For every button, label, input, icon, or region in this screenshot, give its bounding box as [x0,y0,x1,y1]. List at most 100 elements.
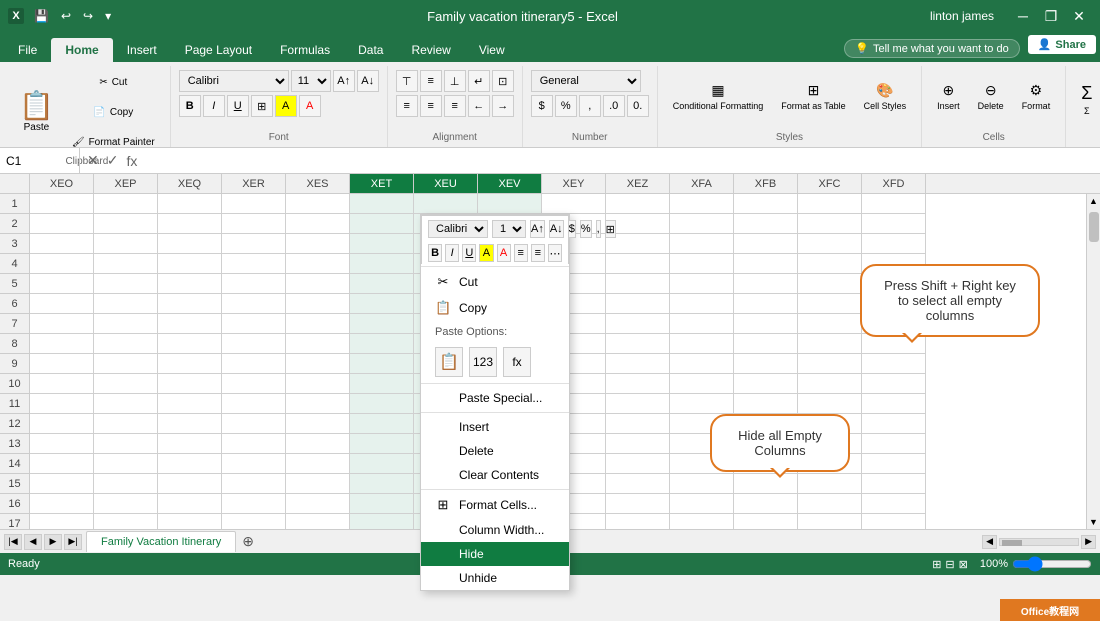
table-row[interactable] [862,214,926,234]
table-row[interactable] [222,334,286,354]
table-row[interactable] [286,294,350,314]
col-header-xeq[interactable]: XEQ [158,174,222,193]
table-row[interactable] [30,234,94,254]
table-row[interactable] [798,334,862,354]
table-row[interactable] [94,294,158,314]
table-row[interactable] [286,414,350,434]
decrease-font-btn[interactable]: A↓ [357,70,379,92]
align-bottom-btn[interactable]: ⊥ [444,70,466,92]
table-row[interactable] [734,394,798,414]
tab-page-layout[interactable]: Page Layout [171,38,266,62]
share-button[interactable]: 👤 Share [1028,35,1096,54]
col-header-xez[interactable]: XEZ [606,174,670,193]
tab-review[interactable]: Review [397,38,464,62]
table-row[interactable] [94,434,158,454]
autosum-button[interactable]: Σ Σ [1074,73,1099,125]
table-row[interactable] [286,314,350,334]
table-row[interactable] [222,234,286,254]
table-row[interactable] [350,214,414,234]
table-row[interactable] [862,354,926,374]
table-row[interactable] [94,214,158,234]
bold-button[interactable]: B [179,95,201,117]
row-num-11[interactable]: 11 [0,394,29,414]
decimal-decrease-btn[interactable]: 0. [627,95,649,117]
ctx-font-color-btn[interactable]: A [497,244,511,262]
underline-button[interactable]: U [227,95,249,117]
ctx-delete-item[interactable]: Delete [421,439,569,463]
table-row[interactable] [734,254,798,274]
table-row[interactable] [222,474,286,494]
table-row[interactable] [734,194,798,214]
table-row[interactable] [30,414,94,434]
add-sheet-btn[interactable]: ⊕ [236,533,260,550]
table-row[interactable] [734,374,798,394]
name-box[interactable]: C1 [0,148,80,173]
border-button[interactable]: ⊞ [251,95,273,117]
table-row[interactable] [94,414,158,434]
format-table-button[interactable]: ⊞ Format as Table [774,70,852,122]
table-row[interactable] [222,214,286,234]
row-num-7[interactable]: 7 [0,314,29,334]
row-num-16[interactable]: 16 [0,494,29,514]
row-num-13[interactable]: 13 [0,434,29,454]
table-row[interactable] [158,514,222,529]
table-row[interactable] [606,374,670,394]
table-row[interactable] [606,294,670,314]
paste-icon-btn[interactable]: 📋 [435,347,463,377]
table-row[interactable] [94,234,158,254]
table-row[interactable] [286,374,350,394]
table-row[interactable] [94,514,158,529]
table-row[interactable] [222,354,286,374]
table-row[interactable] [606,274,670,294]
table-row[interactable] [286,214,350,234]
italic-button[interactable]: I [203,95,225,117]
align-top-btn[interactable]: ⊤ [396,70,418,92]
ctx-fill-btn[interactable]: A [479,244,493,262]
table-row[interactable] [734,494,798,514]
table-row[interactable] [94,454,158,474]
table-row[interactable] [798,214,862,234]
table-row[interactable] [606,494,670,514]
ctx-italic-btn[interactable]: I [445,244,459,262]
h-scrollbar[interactable] [999,538,1079,546]
table-row[interactable] [670,494,734,514]
insert-function-btn[interactable]: fx [123,153,140,169]
table-row[interactable] [30,474,94,494]
table-row[interactable] [94,274,158,294]
table-row[interactable] [670,194,734,214]
scroll-right-btn[interactable]: ▶ [1081,535,1096,549]
tab-formulas[interactable]: Formulas [266,38,344,62]
table-row[interactable] [734,234,798,254]
merge-btn[interactable]: ⊡ [492,70,514,92]
table-row[interactable] [606,194,670,214]
row-num-14[interactable]: 14 [0,454,29,474]
align-center-btn[interactable]: ≡ [420,95,442,117]
vertical-scrollbar[interactable]: ▲ ▼ [1086,194,1100,529]
context-currency-btn[interactable]: $ [568,220,576,238]
row-num-15[interactable]: 15 [0,474,29,494]
col-header-xev[interactable]: XEV [478,174,542,193]
context-increase-size-btn[interactable]: A↑ [530,220,545,238]
table-row[interactable] [30,194,94,214]
formula-input[interactable] [144,154,1100,168]
table-row[interactable] [94,394,158,414]
page-layout-view-btn[interactable]: ⊟ [945,558,954,571]
table-row[interactable] [30,374,94,394]
table-row[interactable] [30,294,94,314]
sheet-last-btn[interactable]: ▶| [64,534,82,550]
table-row[interactable] [350,414,414,434]
table-row[interactable] [670,214,734,234]
table-row[interactable] [350,434,414,454]
table-row[interactable] [350,274,414,294]
col-header-xfd[interactable]: XFD [862,174,926,193]
table-row[interactable] [350,474,414,494]
sheet-prev-btn[interactable]: ◀ [24,534,42,550]
table-row[interactable] [350,374,414,394]
col-header-xey[interactable]: XEY [542,174,606,193]
context-font-dropdown[interactable]: Calibri [428,220,488,238]
ctx-align-btn[interactable]: ≡ [531,244,545,262]
table-row[interactable] [862,414,926,434]
comma-btn[interactable]: , [579,95,601,117]
table-row[interactable] [350,354,414,374]
col-header-xer[interactable]: XER [222,174,286,193]
